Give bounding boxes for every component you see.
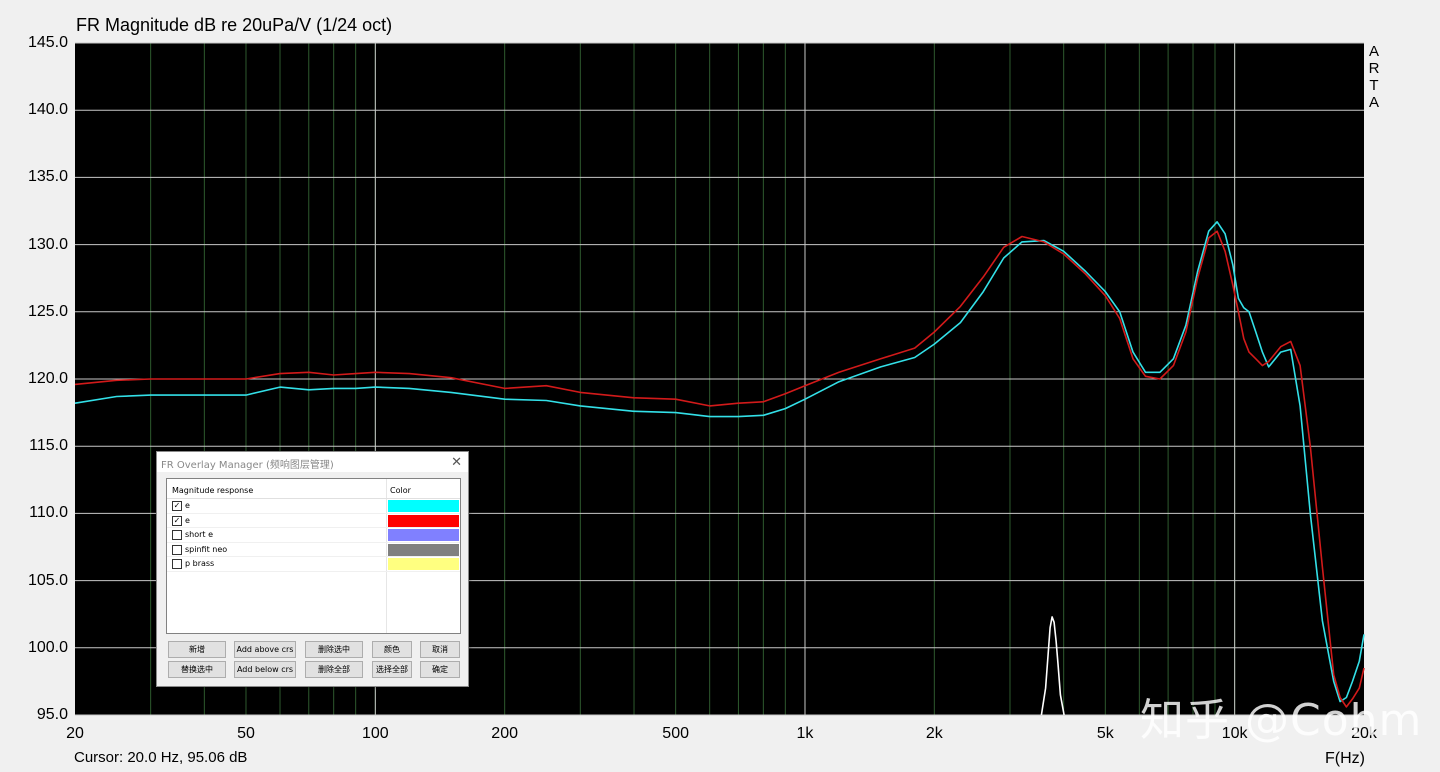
x-tick-label: 100 xyxy=(361,725,389,742)
overlay-name: spinfit neo xyxy=(185,544,228,554)
arta-letter: R xyxy=(1368,60,1380,77)
replace-selected-button[interactable]: 替换选中 xyxy=(168,661,226,678)
add-below-cursor-button[interactable]: Add below crs xyxy=(234,661,296,678)
list-header: Magnitude response Color xyxy=(167,479,460,499)
y-tick-label: 140.0 xyxy=(27,101,68,119)
overlay-row[interactable]: ✓ e xyxy=(167,499,460,514)
x-tick-label: 2k xyxy=(925,725,943,742)
overlay-checkbox[interactable] xyxy=(172,559,182,569)
delete-selected-button[interactable]: 删除选中 xyxy=(305,641,363,658)
watermark: 知乎 @Cohm xyxy=(1140,695,1423,746)
overlay-checkbox[interactable] xyxy=(172,530,182,540)
y-tick-label: 110.0 xyxy=(29,504,68,522)
dialog-body: Magnitude response Color ✓ e ✓ e short e spin… xyxy=(157,472,468,686)
overlay-name: e xyxy=(185,501,190,510)
x-tick-label: 1k xyxy=(796,725,814,742)
x-tick-label: 5k xyxy=(1096,725,1114,742)
overlay-checkbox[interactable]: ✓ xyxy=(172,515,182,526)
overlay-row[interactable]: p brass xyxy=(167,557,460,572)
overlay-name: e xyxy=(185,515,190,525)
y-tick-label: 100.0 xyxy=(27,638,68,656)
overlay-checkbox[interactable] xyxy=(172,544,182,555)
overlay-color-swatch[interactable] xyxy=(388,500,459,512)
overlay-name: p brass xyxy=(185,559,215,568)
y-tick-label: 115.0 xyxy=(29,437,68,455)
overlay-color-swatch[interactable] xyxy=(388,529,459,541)
y-tick-label: 145.0 xyxy=(27,34,68,51)
dialog-titlebar[interactable]: FR Overlay Manager (频响图层管理) ✕ xyxy=(157,452,468,472)
ok-button[interactable]: 确定 xyxy=(420,661,460,678)
cursor-readout: Cursor: 20.0 Hz, 95.06 dB xyxy=(74,749,248,766)
x-tick-label: 200 xyxy=(491,725,519,742)
y-tick-label: 95.0 xyxy=(36,706,68,723)
arta-letter: A xyxy=(1368,43,1379,60)
y-tick-label: 125.0 xyxy=(27,302,68,320)
overlay-color-swatch[interactable] xyxy=(388,543,459,556)
y-tick-label: 105.0 xyxy=(27,571,68,589)
overlay-name: short e xyxy=(185,530,214,539)
x-tick-label: 50 xyxy=(237,725,255,742)
column-header-color: Color xyxy=(390,486,411,495)
arta-letter: T xyxy=(1369,77,1379,94)
column-header-name: Magnitude response xyxy=(172,486,254,495)
overlay-color-swatch[interactable] xyxy=(388,558,459,570)
close-icon[interactable]: ✕ xyxy=(451,454,462,470)
cancel-button[interactable]: 取消 xyxy=(420,641,460,658)
overlay-checkbox[interactable]: ✓ xyxy=(172,501,182,511)
overlay-row[interactable]: ✓ e xyxy=(167,514,460,528)
add-above-cursor-button[interactable]: Add above crs xyxy=(234,641,296,658)
dialog-title: FR Overlay Manager (频响图层管理) xyxy=(161,460,334,471)
x-tick-label: 500 xyxy=(662,725,689,742)
y-tick-label: 130.0 xyxy=(27,235,68,253)
x-tick-label: 20 xyxy=(66,725,84,742)
select-all-button[interactable]: 选择全部 xyxy=(372,661,412,678)
color-button[interactable]: 颜色 xyxy=(372,641,412,658)
arta-label: A R T A xyxy=(1368,43,1380,111)
y-tick-label: 120.0 xyxy=(27,370,68,387)
delete-all-button[interactable]: 删除全部 xyxy=(305,661,363,678)
y-tick-label: 135.0 xyxy=(27,168,68,186)
overlay-row[interactable]: spinfit neo xyxy=(167,543,460,557)
overlay-manager-dialog[interactable]: FR Overlay Manager (频响图层管理) ✕ Magnitude … xyxy=(156,451,469,687)
x-axis-title: F(Hz) xyxy=(1325,750,1365,767)
add-new-button[interactable]: 新增 xyxy=(168,641,226,658)
arta-letter: A xyxy=(1368,94,1379,111)
overlay-color-swatch[interactable] xyxy=(388,514,459,527)
overlay-list[interactable]: Magnitude response Color ✓ e ✓ e short e spin… xyxy=(166,478,461,634)
overlay-row[interactable]: short e xyxy=(167,528,460,543)
